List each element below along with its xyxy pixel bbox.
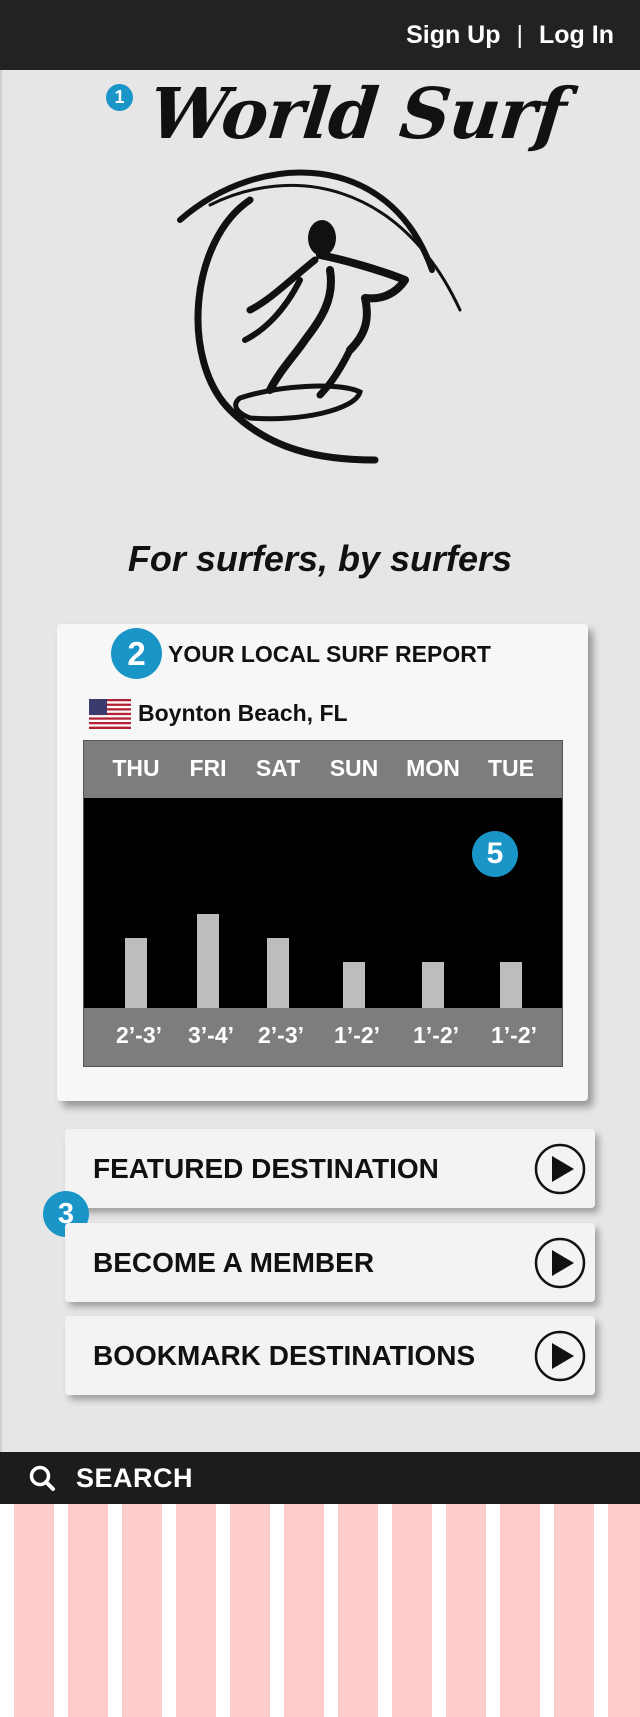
wave-height-label: 2’-3’ bbox=[115, 1022, 163, 1048]
sign-up-link[interactable]: Sign Up bbox=[406, 21, 500, 50]
wave-bar bbox=[500, 962, 522, 1010]
annotation-badge-2: 2 bbox=[111, 628, 162, 679]
day-label-sun: SUN bbox=[329, 755, 379, 781]
logo-title: World Surf bbox=[145, 72, 570, 155]
top-nav-bar: Sign Up | Log In bbox=[0, 0, 640, 70]
wave-height-label: 2’-3’ bbox=[257, 1022, 305, 1048]
play-icon bbox=[534, 1237, 586, 1289]
day-label-tue: TUE bbox=[488, 755, 534, 781]
location-label: Boynton Beach, FL bbox=[138, 700, 348, 726]
featured-destination-button[interactable]: FEATURED DESTINATION bbox=[65, 1129, 595, 1208]
wave-height-label: 1’-2’ bbox=[412, 1022, 460, 1048]
become-member-label: BECOME A MEMBER bbox=[93, 1247, 375, 1278]
nav-separator: | bbox=[516, 20, 524, 49]
wave-height-label: 1’-2’ bbox=[333, 1022, 381, 1048]
striped-footer bbox=[0, 1504, 640, 1717]
bookmark-destinations-button[interactable]: BOOKMARK DESTINATIONS bbox=[65, 1316, 595, 1395]
day-label-sat: SAT bbox=[255, 755, 301, 781]
log-in-link[interactable]: Log In bbox=[539, 21, 614, 50]
bookmark-destinations-label: BOOKMARK DESTINATIONS bbox=[93, 1340, 476, 1371]
play-icon bbox=[534, 1330, 586, 1382]
wave-bar bbox=[343, 962, 365, 1010]
become-member-button[interactable]: BECOME A MEMBER bbox=[65, 1223, 595, 1302]
wave-height-label: 3’-4’ bbox=[187, 1022, 235, 1048]
day-label-fri: FRI bbox=[189, 755, 227, 781]
annotation-badge-5: 5 bbox=[472, 831, 518, 877]
search-icon bbox=[29, 1465, 55, 1491]
forecast-heights-row: 2’-3’ 3’-4’ 2’-3’ 1’-2’ 1’-2’ 1’-2’ bbox=[84, 1008, 562, 1066]
featured-destination-label: FEATURED DESTINATION bbox=[93, 1153, 439, 1184]
wave-height-label: 1’-2’ bbox=[490, 1022, 538, 1048]
search-label: SEARCH bbox=[76, 1462, 194, 1493]
surf-forecast-chart: THU FRI SAT SUN MON TUE 2’-3’ 3’-4’ 2’-3’ 1’-2’ 1… bbox=[83, 740, 563, 1067]
tagline: For surfers, by surfers bbox=[127, 538, 513, 579]
surfer-logo-icon bbox=[177, 169, 462, 464]
surf-report-title: YOUR LOCAL SURF REPORT bbox=[168, 641, 491, 667]
forecast-days-row: THU FRI SAT SUN MON TUE bbox=[84, 741, 562, 798]
day-label-thu: THU bbox=[112, 755, 160, 781]
search-bar[interactable]: SEARCH bbox=[0, 1452, 640, 1504]
annotation-badge-1: 1 bbox=[106, 84, 133, 111]
day-label-mon: MON bbox=[406, 755, 460, 781]
wave-bar bbox=[422, 962, 444, 1010]
play-icon bbox=[534, 1143, 586, 1195]
wave-bar bbox=[197, 914, 219, 1010]
wave-bar bbox=[267, 938, 289, 1010]
us-flag-icon bbox=[89, 699, 131, 729]
wave-bar bbox=[125, 938, 147, 1010]
